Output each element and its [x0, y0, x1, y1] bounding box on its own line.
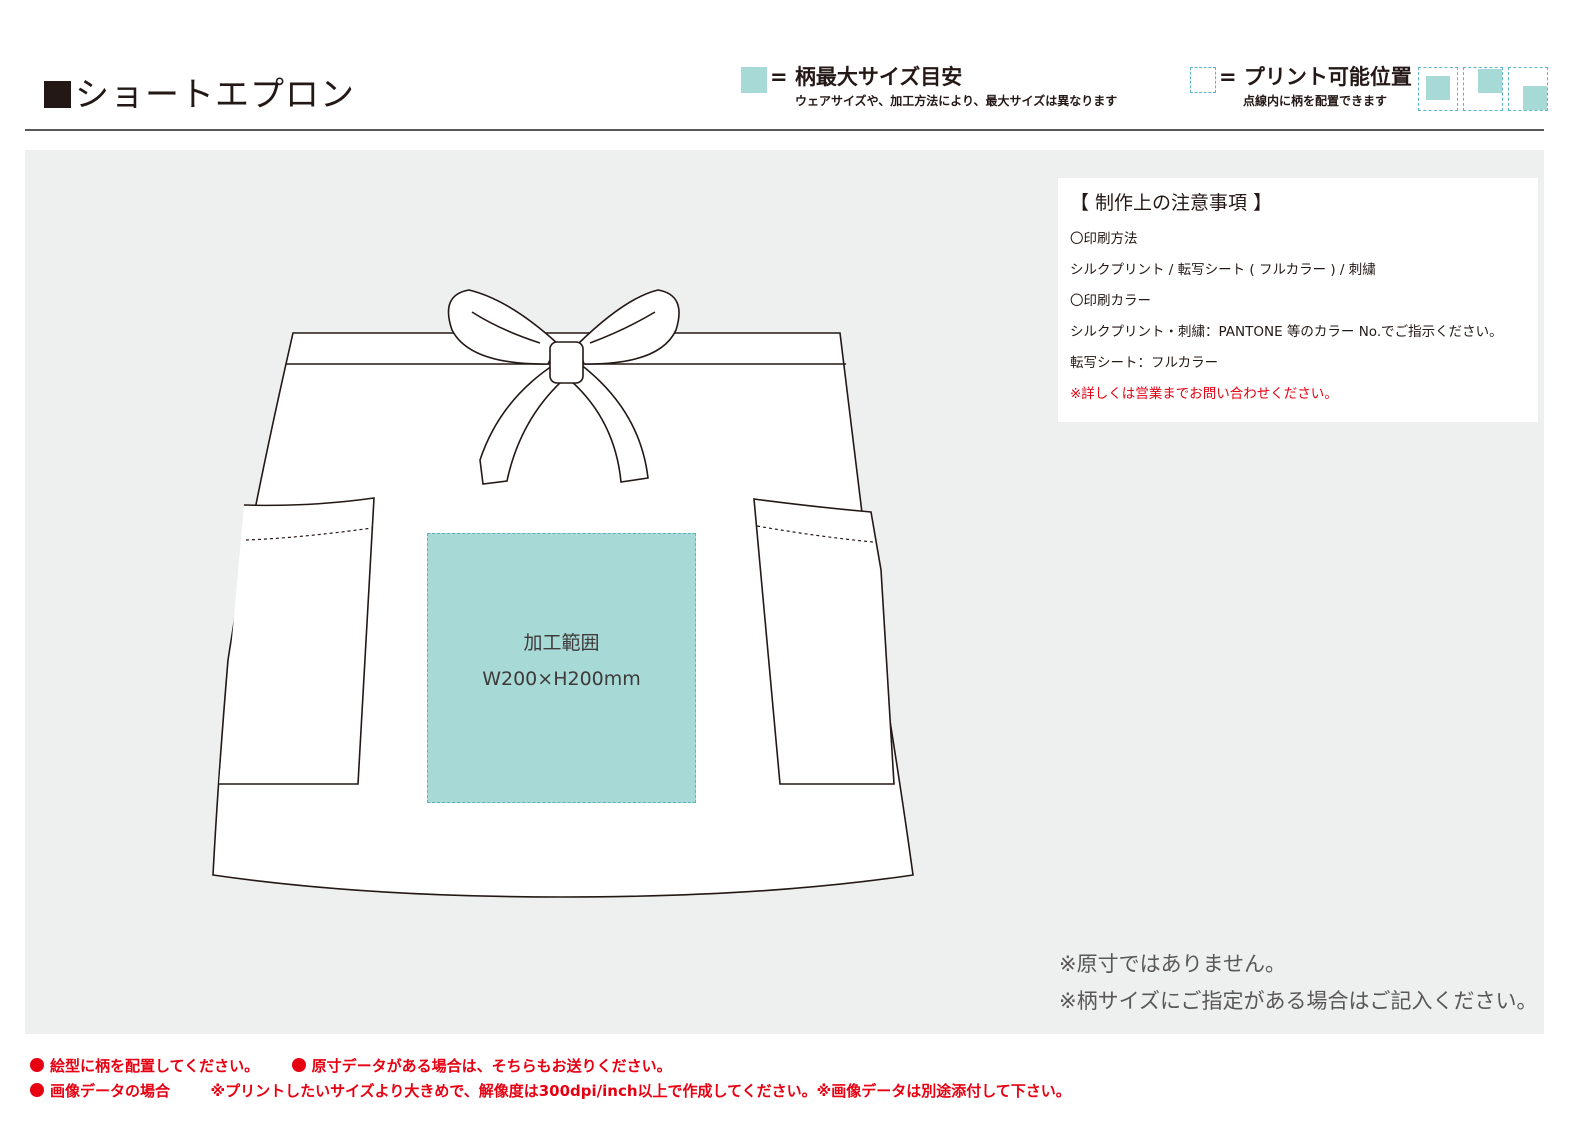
footer-item-3-text: ※プリントしたいサイズより大きめで、解像度は300dpi/inch以上で作成して…	[210, 1082, 1071, 1100]
print-area-size: W200×H200mm	[482, 668, 641, 690]
footer-item-1: 絵型に柄を配置してください。	[50, 1057, 260, 1075]
notes-line: 〇印刷カラー	[1070, 293, 1151, 309]
red-dot-icon	[30, 1083, 44, 1097]
footer-item-2: 原寸データがある場合は、そちらもお送りください。	[311, 1057, 672, 1075]
disclaimer-not-actual-size: ※原寸ではありません。	[1059, 952, 1286, 976]
red-dot-icon	[291, 1058, 306, 1072]
apron-illustration	[212, 289, 914, 898]
footer-line-2: 画像データの場合 ※プリントしたいサイズより大きめで、解像度は300dpi/in…	[30, 1080, 1071, 1101]
disclaimer-size-request: ※柄サイズにご指定がある場合はご記入ください。	[1059, 989, 1538, 1013]
production-notes: 【 制作上の注意事項 】 〇印刷方法 シルクプリント / 転写シート ( フルカ…	[1058, 178, 1538, 422]
red-dot-icon	[30, 1058, 44, 1072]
notes-warning: ※詳しくは営業までお問い合わせください。	[1070, 386, 1338, 402]
footer-item-3-title: 画像データの場合	[50, 1082, 171, 1100]
notes-heading: 【 制作上の注意事項 】	[1070, 192, 1273, 214]
notes-line: 〇印刷方法	[1070, 231, 1138, 247]
notes-line: シルクプリント / 転写シート ( フルカラー ) / 刺繍	[1070, 262, 1376, 278]
footer-line-1: 絵型に柄を配置してください。 原寸データがある場合は、そちらもお送りください。	[30, 1055, 672, 1076]
notes-line: 転写シート：フルカラー	[1070, 355, 1219, 371]
notes-line: シルクプリント・刺繍：PANTONE 等のカラー No.でご指示ください。	[1070, 324, 1503, 340]
print-area-label: 加工範囲	[523, 632, 600, 654]
print-area: 加工範囲 W200×H200mm	[427, 533, 696, 803]
